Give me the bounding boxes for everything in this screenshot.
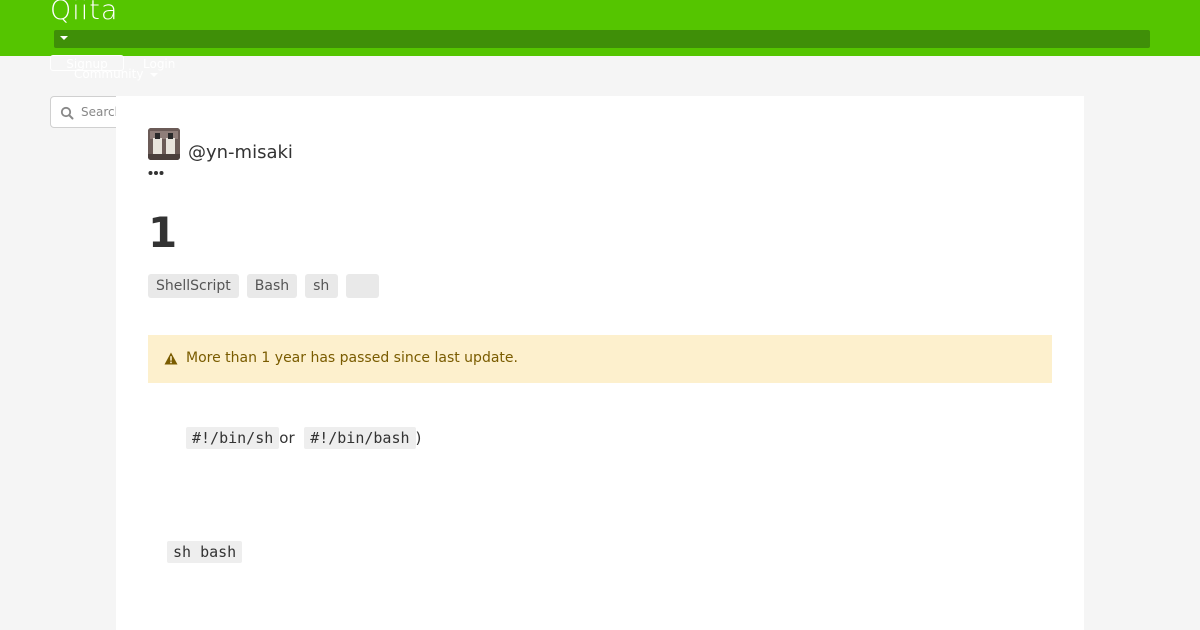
global-header: Qiita [0,0,1200,56]
inline-code-sh-bash: sh bash [167,541,243,563]
author-avatar[interactable] [148,128,180,160]
login-link[interactable]: Login [143,56,175,72]
article-container: @yn-misaki 1 ShellScript Bash sh More th… [116,96,1084,630]
avatar-image [148,128,180,160]
inline-code-bash: #!/bin/bash [304,427,416,449]
inline-code-sh: #!/bin/sh [186,427,280,449]
body-paragraph: #!/bin/sh or #!/bin/bash) [186,426,421,450]
community-menu-label[interactable]: Community [74,66,143,82]
outdated-notice: More than 1 year has passed since last u… [148,335,1052,383]
caret-down-icon [60,36,68,40]
body-text-or: or [279,429,295,447]
tag-shellscript[interactable]: ShellScript [148,274,239,298]
notice-text: More than 1 year has passed since last u… [186,350,518,366]
tag-unlabeled[interactable] [346,274,380,298]
article-title: 1 [148,208,178,257]
community-dropdown-bar[interactable] [54,30,1150,48]
tag-sh[interactable]: sh [305,274,339,298]
chevron-down-icon [150,73,158,77]
qiita-logo[interactable]: Qiita [50,0,118,28]
more-options-icon[interactable] [148,170,164,176]
tag-bash[interactable]: Bash [246,274,298,298]
body-paragraph-2: sh bash [167,540,243,564]
body-text-close-paren: ) [415,429,422,447]
search-icon [60,106,74,120]
warning-icon [164,352,178,365]
tag-list: ShellScript Bash sh [148,274,380,298]
author-username[interactable]: @yn-misaki [188,142,293,164]
